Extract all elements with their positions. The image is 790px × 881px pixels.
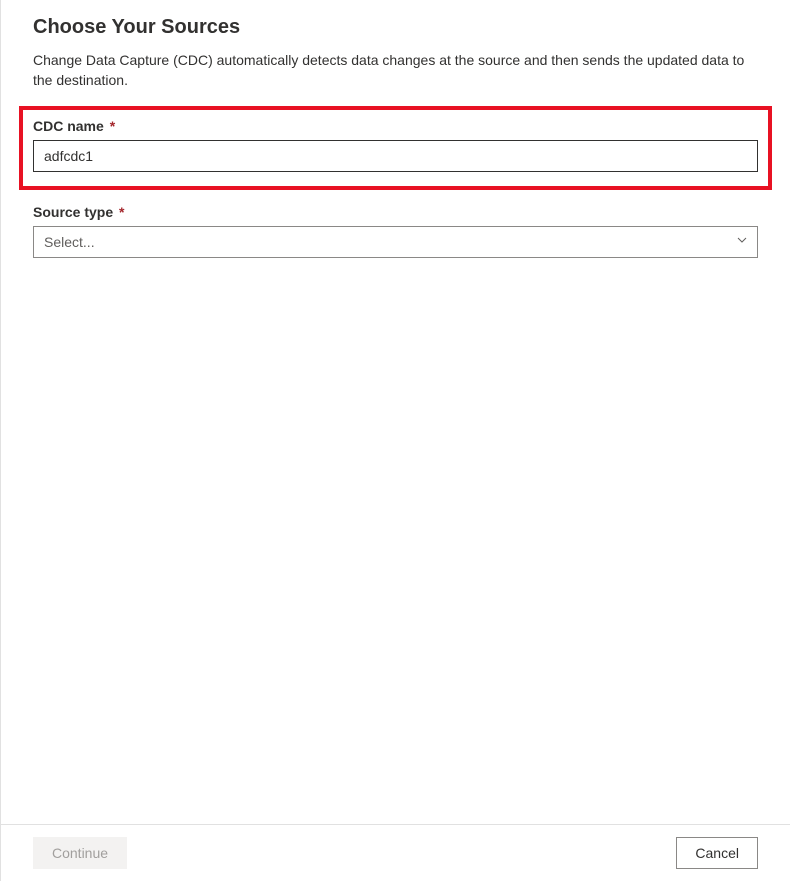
- cdc-name-field-group: CDC name *: [19, 106, 772, 190]
- source-type-placeholder: Select...: [44, 234, 95, 250]
- required-indicator: *: [119, 204, 124, 220]
- page-description: Change Data Capture (CDC) automatically …: [33, 51, 758, 90]
- cdc-name-label-text: CDC name: [33, 118, 104, 134]
- content-area: Choose Your Sources Change Data Capture …: [1, 0, 790, 824]
- continue-button[interactable]: Continue: [33, 837, 127, 869]
- source-type-field-group: Source type * Select...: [33, 204, 758, 258]
- page-title: Choose Your Sources: [33, 16, 758, 39]
- source-type-label: Source type *: [33, 204, 758, 220]
- source-type-select[interactable]: Select...: [33, 226, 758, 258]
- source-type-select-wrapper: Select...: [33, 226, 758, 258]
- source-type-label-text: Source type: [33, 204, 113, 220]
- required-indicator: *: [110, 118, 115, 134]
- cdc-name-input[interactable]: [33, 140, 758, 172]
- footer: Continue Cancel: [1, 824, 790, 881]
- cdc-name-label: CDC name *: [33, 118, 758, 134]
- cancel-button[interactable]: Cancel: [676, 837, 758, 869]
